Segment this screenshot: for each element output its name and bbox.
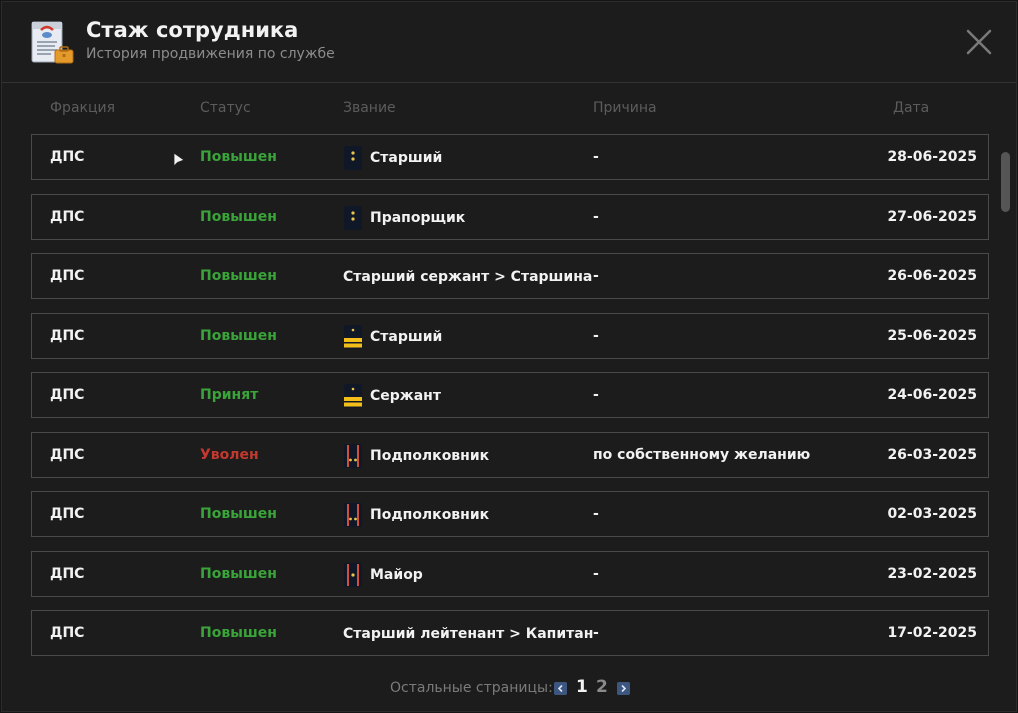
page-1-button[interactable]: 1 [576, 677, 588, 697]
column-header-rank: Звание [343, 100, 396, 116]
rank-badge-gold-stripes-icon [344, 384, 362, 408]
row-date: 25-06-2025 [887, 328, 977, 344]
row-rank: Старший сержант > Старшина [343, 264, 592, 290]
rank-label: Подполковник [370, 447, 490, 464]
row-status: Принят [200, 387, 259, 403]
row-date: 27-06-2025 [887, 209, 977, 225]
row-status: Уволен [200, 447, 259, 463]
rank-label: Старший лейтенант > Капитан [343, 625, 594, 642]
row-reason: - [593, 566, 599, 582]
rank-label: Старший [370, 328, 443, 345]
table-row[interactable]: ДПС Повышен Прапорщик - 27-06-2025 [31, 194, 989, 240]
page-title: Стаж сотрудника [86, 18, 299, 42]
row-rank: Майор [343, 562, 423, 588]
column-header-status: Статус [200, 100, 251, 116]
page-subtitle: История продвижения по службе [86, 46, 335, 62]
row-date: 02-03-2025 [887, 506, 977, 522]
list-scrollbar[interactable] [1001, 152, 1010, 212]
rank-badge-dark-star-icon [344, 206, 362, 230]
row-date: 23-02-2025 [887, 566, 977, 582]
table-row[interactable]: ДПС Повышен Майор - 23-02-2025 [31, 551, 989, 597]
table-row[interactable]: ДПС Повышен Подполковник - 02-03-2025 [31, 491, 989, 537]
rank-label: Подполковник [370, 506, 490, 523]
document-briefcase-icon [31, 21, 74, 64]
row-date: 17-02-2025 [887, 625, 977, 641]
column-header-faction: Фракция [50, 100, 116, 116]
rank-label: Прапорщик [370, 209, 466, 226]
table-row[interactable]: ДПС Уволен Подполковник по собственному … [31, 432, 989, 478]
column-header-date: Дата [893, 100, 930, 116]
row-reason: - [593, 209, 599, 225]
row-rank: Старший лейтенант > Капитан [343, 621, 593, 647]
row-status: Повышен [200, 566, 277, 582]
pagination: Остальные страницы: 1 2 [2, 677, 1016, 697]
row-reason: по собственному желанию [593, 447, 811, 463]
row-faction: ДПС [50, 625, 85, 641]
row-rank: Старший [343, 324, 442, 350]
row-faction: ДПС [50, 328, 85, 344]
row-status: Повышен [200, 209, 277, 225]
row-reason: - [593, 387, 599, 403]
row-reason: - [593, 149, 599, 165]
row-reason: - [593, 268, 599, 284]
staff-seniority-window: Стаж сотрудника История продвижения по с… [1, 1, 1017, 712]
window-header: Стаж сотрудника История продвижения по с… [2, 2, 1016, 83]
row-rank: Сержант [343, 383, 441, 409]
row-status: Повышен [200, 268, 277, 284]
row-date: 26-06-2025 [887, 268, 977, 284]
row-date: 26-03-2025 [887, 447, 977, 463]
rank-label: Майор [370, 566, 423, 583]
rank-label: Старший [370, 149, 443, 166]
rank-badge-red-double-icon [344, 444, 362, 468]
rank-badge-red-double-icon [344, 503, 362, 527]
rank-badge-dark-star-icon [344, 146, 362, 170]
row-faction: ДПС [50, 387, 85, 403]
row-status: Повышен [200, 328, 277, 344]
row-rank: Прапорщик [343, 205, 465, 231]
row-faction: ДПС [50, 447, 85, 463]
close-icon[interactable] [966, 29, 992, 55]
rank-badge-red-single-icon [344, 563, 362, 587]
page-2-button[interactable]: 2 [596, 677, 608, 697]
row-status: Повышен [200, 625, 277, 641]
row-date: 24-06-2025 [887, 387, 977, 403]
row-reason: - [593, 506, 599, 522]
row-faction: ДПС [50, 566, 85, 582]
chevron-left-icon[interactable] [554, 682, 567, 695]
row-faction: ДПС [50, 268, 85, 284]
table-row[interactable]: ДПС Повышен Старший лейтенант > Капитан … [31, 610, 989, 656]
row-reason: - [593, 625, 599, 641]
row-date: 28-06-2025 [887, 149, 977, 165]
table-row[interactable]: ДПС Повышен Старший сержант > Старшина -… [31, 253, 989, 299]
pagination-label: Остальные страницы: [390, 680, 553, 696]
row-faction: ДПС [50, 149, 85, 165]
mouse-pointer-icon [173, 152, 185, 167]
rank-label: Старший сержант > Старшина [343, 268, 593, 285]
chevron-right-icon[interactable] [617, 682, 630, 695]
row-reason: - [593, 328, 599, 344]
table-row[interactable]: ДПС Принят Сержант - 24-06-2025 [31, 372, 989, 418]
row-rank: Подполковник [343, 502, 489, 528]
row-status: Повышен [200, 506, 277, 522]
rank-badge-gold-stripes-icon [344, 325, 362, 349]
row-rank: Подполковник [343, 443, 489, 469]
table-row[interactable]: ДПС Повышен Старший - 25-06-2025 [31, 313, 989, 359]
row-faction: ДПС [50, 209, 85, 225]
row-rank: Старший [343, 145, 442, 171]
row-status: Повышен [200, 149, 277, 165]
rank-label: Сержант [370, 387, 441, 404]
history-list[interactable]: ДПС Повышен Старший - 28-06-2025 ДПС Пов… [31, 134, 989, 658]
column-header-reason: Причина [593, 100, 657, 116]
row-faction: ДПС [50, 506, 85, 522]
